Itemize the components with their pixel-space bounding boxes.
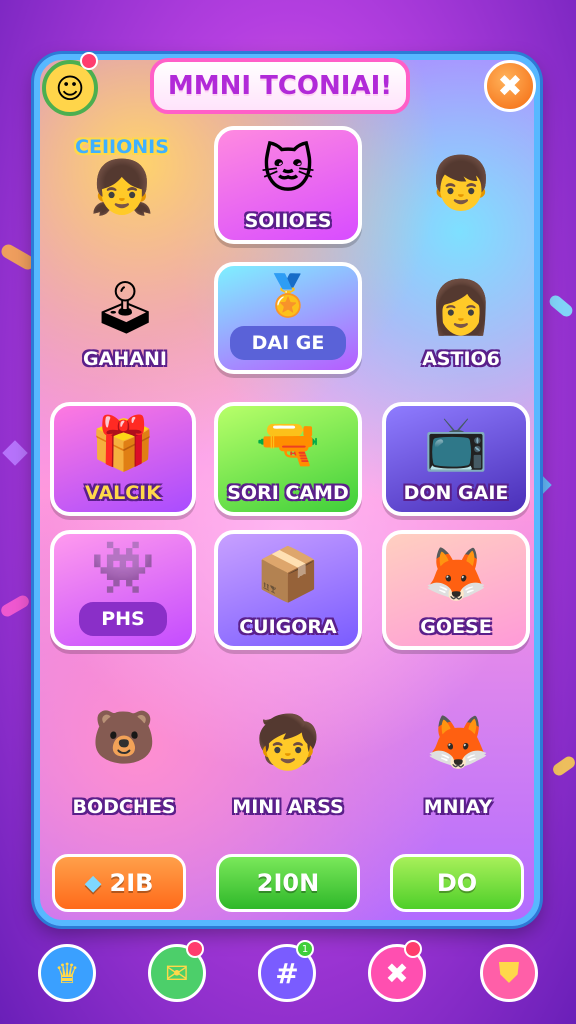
gift-box-icon: 🎁 — [90, 414, 156, 474]
tile-label: PHS — [79, 602, 167, 636]
grid-icon: # — [275, 956, 299, 990]
game-tile-ceiionis[interactable]: 👧 CEIIONIS — [52, 126, 192, 250]
red-haired-girl-icon: 👩 — [428, 278, 494, 338]
score-value: 2I0N — [256, 869, 320, 897]
background-streak — [0, 241, 38, 273]
trophy-icon: ♛ — [54, 956, 80, 990]
fox-character-icon: 🦊 — [425, 713, 491, 773]
blue-creature-icon: 👾 — [90, 538, 156, 598]
mail-icon: ✉ — [165, 956, 189, 990]
background-streak — [550, 754, 576, 778]
tile-label: VALCIK — [85, 482, 161, 504]
game-tile-bodches[interactable]: 🐻 BODCHES — [54, 680, 194, 826]
kids-sharing-crate-icon: 📦 — [255, 545, 321, 605]
tile-label: MNIAY — [423, 796, 493, 818]
tile-label: ASTIO6 — [422, 348, 500, 370]
do-label: DO — [436, 869, 478, 897]
game-tile-mini-arss[interactable]: 🧒 MINI ARSS — [222, 690, 354, 826]
game-tile-astio6[interactable]: 👩 ASTIO6 — [396, 268, 526, 378]
boy-with-ice-cream-icon: 👦 — [428, 154, 494, 214]
nav-trophy-button[interactable]: ♛ — [38, 944, 96, 1002]
page-title: MMNI TCONIAI! — [150, 58, 410, 114]
cat-girl-icon: 🐱 — [260, 140, 316, 200]
shield-icon: ⛊ — [498, 956, 520, 989]
gems-counter-button[interactable]: ◆ 2IB — [52, 854, 186, 912]
game-tile-soiioes[interactable]: 🐱 SOIIOES — [214, 126, 362, 244]
pink-blaster-icon: 🔫 — [255, 414, 321, 474]
background-streak — [547, 293, 575, 319]
gem-icon: ◆ — [84, 870, 102, 896]
notification-dot — [404, 940, 422, 958]
tile-label: SORI CAMD — [227, 482, 349, 504]
notification-dot — [80, 52, 98, 70]
game-tile-dai-ge[interactable]: 🏅 DAI GE — [214, 262, 362, 374]
notification-badge: 1 — [296, 940, 314, 958]
tile-label: GOESE — [420, 616, 492, 638]
do-button[interactable]: DO — [390, 854, 524, 912]
gem-decoration-icon — [2, 440, 28, 466]
tile-label: DON GAIE — [403, 482, 509, 504]
game-tile-sori-camd[interactable]: 🔫 SORI CAMD — [214, 402, 362, 516]
arcade-machine-icon: 🕹 — [91, 278, 158, 338]
fox-girl-treasure-icon: 🦊 — [423, 545, 489, 605]
nav-shield-button[interactable]: ⛊ — [480, 944, 538, 1002]
game-tile-goese[interactable]: 🦊 GOESE — [382, 530, 530, 650]
game-tile-don-gaie[interactable]: 📺 DON GAIE — [382, 402, 530, 516]
bear-with-staff-icon: 🐻 — [91, 708, 157, 768]
background-streak — [0, 593, 31, 619]
tile-label: GAHANI — [83, 348, 167, 370]
tile-label: DAI GE — [229, 326, 347, 360]
game-tile-cuigora[interactable]: 📦 CUIGORA — [214, 530, 362, 650]
game-tile-gahani[interactable]: 🕹 GAHANI — [60, 268, 190, 378]
gold-badge-icon: 🏅 — [263, 273, 313, 319]
game-tile-valcik[interactable]: 🎁 VALCIK — [50, 402, 196, 516]
tile-label: CUIGORA — [239, 616, 337, 638]
cross-icon: ✖ — [385, 956, 409, 990]
gems-value: 2IB — [109, 869, 154, 897]
notification-dot — [186, 940, 204, 958]
avatar-icon: ☺ — [55, 71, 85, 105]
tile-label: MINI ARSS — [232, 796, 344, 818]
tile-label: BODCHES — [72, 796, 176, 818]
score-button[interactable]: 2I0N — [216, 854, 360, 912]
game-tile-phs[interactable]: 👾 PHS — [50, 530, 196, 650]
game-tile-mniay[interactable]: 🦊 MNIAY — [392, 690, 524, 826]
game-tile-ice-cream[interactable]: 👦 — [396, 126, 526, 250]
tile-label: CEIIONIS — [75, 136, 169, 158]
tile-label: SOIIOES — [244, 210, 332, 232]
close-button[interactable]: ✖ — [484, 60, 536, 112]
boy-with-party-hat-icon: 🧒 — [255, 713, 321, 773]
tv-screen-icon: 📺 — [423, 414, 489, 474]
close-icon: ✖ — [497, 68, 523, 104]
